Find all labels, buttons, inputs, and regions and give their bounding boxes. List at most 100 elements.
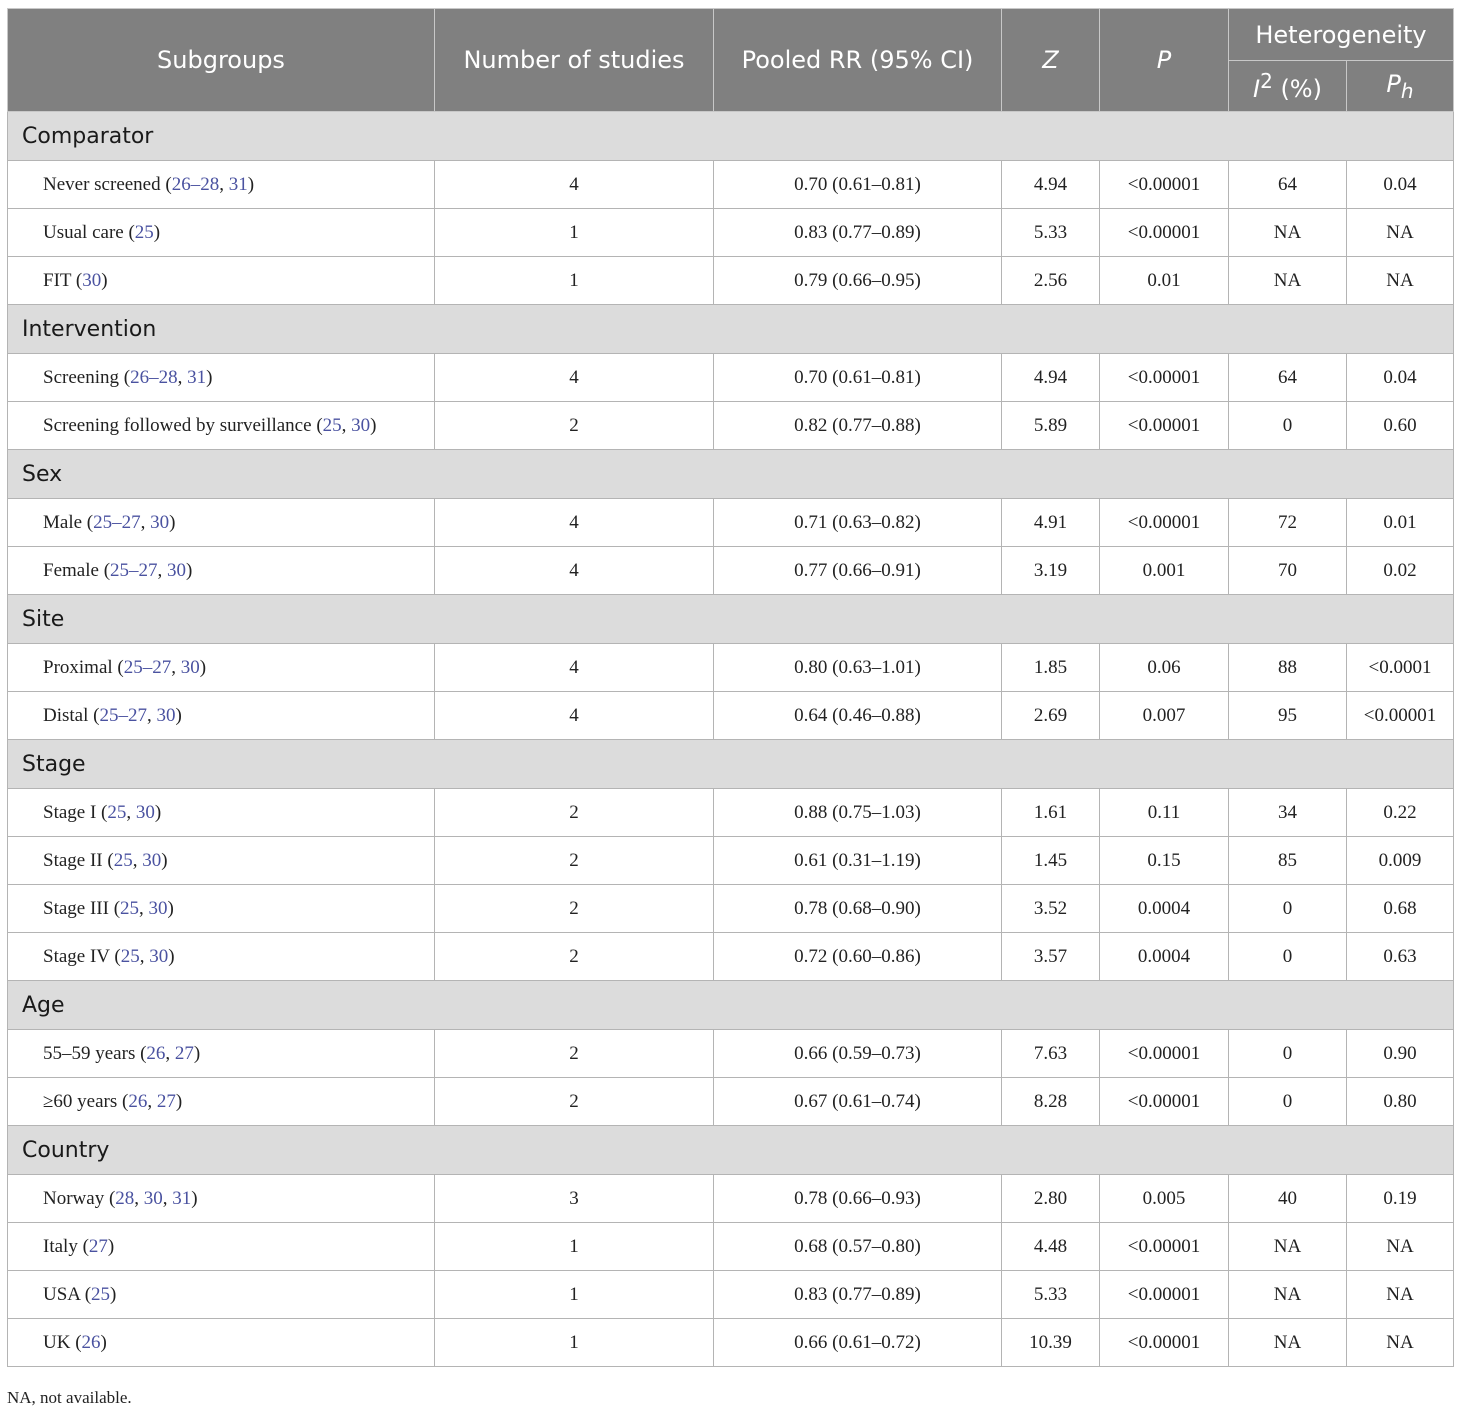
reference-link[interactable]: 30 bbox=[142, 850, 161, 871]
table-row: Female (25–27, 30) 4 0.77 (0.66–0.91) 3.19 0… bbox=[7, 546, 1454, 595]
pooled-rr-cell: 0.61 (0.31–1.19) bbox=[713, 836, 1002, 885]
i2-cell: 64 bbox=[1228, 353, 1347, 402]
ph-cell: <0.00001 bbox=[1346, 691, 1454, 740]
reference-link[interactable]: 30 bbox=[156, 705, 175, 726]
ph-cell: 0.009 bbox=[1346, 836, 1454, 885]
reference-link[interactable]: 31 bbox=[229, 174, 248, 195]
subgroup-label: Stage II bbox=[43, 849, 103, 871]
reference-link[interactable]: 25 bbox=[107, 802, 126, 823]
ph-cell: NA bbox=[1346, 1318, 1454, 1367]
subgroup-label: UK bbox=[43, 1331, 71, 1353]
reference-link[interactable]: 25–27 bbox=[124, 657, 172, 678]
subgroup-label: Stage III bbox=[43, 897, 109, 919]
p-value-cell: 0.11 bbox=[1099, 788, 1229, 837]
reference-link[interactable]: 28 bbox=[115, 1188, 134, 1209]
p-value-cell: <0.00001 bbox=[1099, 208, 1229, 257]
reference-link[interactable]: 30 bbox=[167, 560, 186, 581]
reference-link[interactable]: 26 bbox=[146, 1043, 165, 1064]
pooled-rr-cell: 0.78 (0.68–0.90) bbox=[713, 884, 1002, 933]
pooled-rr-cell: 0.79 (0.66–0.95) bbox=[713, 256, 1002, 305]
reference-link[interactable]: 26 bbox=[82, 1332, 101, 1353]
reference-link[interactable]: 30 bbox=[144, 1188, 163, 1209]
z-cell: 5.33 bbox=[1001, 1270, 1100, 1319]
group-title: Intervention bbox=[7, 304, 1454, 354]
p-value-cell: <0.00001 bbox=[1099, 1270, 1229, 1319]
subgroup-cell: Never screened (26–28, 31) bbox=[7, 160, 435, 209]
table-row: ≥60 years (26, 27) 2 0.67 (0.61–0.74) 8.28 <… bbox=[7, 1077, 1454, 1126]
reference-link[interactable]: 25 bbox=[323, 415, 342, 436]
table-row: Screening followed by surveillance (25, … bbox=[7, 401, 1454, 450]
reference-link[interactable]: 30 bbox=[351, 415, 370, 436]
reference-link[interactable]: 30 bbox=[150, 512, 169, 533]
subgroup-cell: Stage IV (25, 30) bbox=[7, 932, 435, 981]
number-of-studies-cell: 1 bbox=[434, 1318, 714, 1367]
header-ph: Ph bbox=[1346, 60, 1454, 112]
i2-cell: 0 bbox=[1228, 1029, 1347, 1078]
pooled-rr-cell: 0.66 (0.59–0.73) bbox=[713, 1029, 1002, 1078]
reference-link[interactable]: 31 bbox=[172, 1188, 191, 1209]
reference-link[interactable]: 31 bbox=[187, 367, 206, 388]
number-of-studies-cell: 4 bbox=[434, 643, 714, 692]
reference-link[interactable]: 30 bbox=[181, 657, 200, 678]
reference-link[interactable]: 25 bbox=[91, 1284, 110, 1305]
reference-link[interactable]: 26–28 bbox=[172, 174, 220, 195]
table-row: USA (25) 1 0.83 (0.77–0.89) 5.33 <0.00001 NA N… bbox=[7, 1270, 1454, 1319]
subgroup-label: Screening bbox=[43, 366, 119, 388]
reference-link[interactable]: 25–27 bbox=[93, 512, 141, 533]
reference-link[interactable]: 27 bbox=[157, 1091, 176, 1112]
table-body: Comparator Never screened (26–28, 31) 4 0.7… bbox=[7, 111, 1454, 1367]
table-row: FIT (30) 1 0.79 (0.66–0.95) 2.56 0.01 NA NA bbox=[7, 256, 1454, 305]
i2-cell: NA bbox=[1228, 1318, 1347, 1367]
number-of-studies-cell: 1 bbox=[434, 208, 714, 257]
reference-link[interactable]: 30 bbox=[149, 898, 168, 919]
z-cell: 2.69 bbox=[1001, 691, 1100, 740]
number-of-studies-cell: 2 bbox=[434, 788, 714, 837]
number-of-studies-cell: 2 bbox=[434, 884, 714, 933]
table-row: Stage III (25, 30) 2 0.78 (0.68–0.90) 3.52 0… bbox=[7, 884, 1454, 933]
subgroup-label: Proximal bbox=[43, 656, 113, 678]
reference-link[interactable]: 25–27 bbox=[110, 560, 158, 581]
ph-cell: 0.04 bbox=[1346, 160, 1454, 209]
number-of-studies-cell: 4 bbox=[434, 160, 714, 209]
reference-link[interactable]: 25 bbox=[114, 850, 133, 871]
i2-cell: 0 bbox=[1228, 932, 1347, 981]
z-cell: 4.94 bbox=[1001, 160, 1100, 209]
pooled-rr-cell: 0.80 (0.63–1.01) bbox=[713, 643, 1002, 692]
p-value-cell: 0.001 bbox=[1099, 546, 1229, 595]
number-of-studies-cell: 3 bbox=[434, 1174, 714, 1223]
subgroup-label: Stage I bbox=[43, 801, 97, 823]
reference-link[interactable]: 27 bbox=[89, 1236, 108, 1257]
number-of-studies-cell: 1 bbox=[434, 256, 714, 305]
ph-cell: 0.68 bbox=[1346, 884, 1454, 933]
group-header-row: Stage bbox=[7, 739, 1454, 789]
reference-link[interactable]: 25–27 bbox=[99, 705, 147, 726]
i2-cell: 0 bbox=[1228, 1077, 1347, 1126]
i2-cell: NA bbox=[1228, 1222, 1347, 1271]
pooled-rr-cell: 0.66 (0.61–0.72) bbox=[713, 1318, 1002, 1367]
pooled-rr-cell: 0.70 (0.61–0.81) bbox=[713, 160, 1002, 209]
footnote: NA, not available. bbox=[7, 1388, 132, 1407]
reference-link[interactable]: 25 bbox=[121, 946, 140, 967]
reference-link[interactable]: 27 bbox=[175, 1043, 194, 1064]
reference-link[interactable]: 30 bbox=[136, 802, 155, 823]
reference-link[interactable]: 30 bbox=[82, 270, 101, 291]
reference-link[interactable]: 26–28 bbox=[130, 367, 178, 388]
header-z: Z bbox=[1001, 8, 1100, 112]
group-title: Site bbox=[7, 594, 1454, 644]
reference-link[interactable]: 25 bbox=[120, 898, 139, 919]
i2-cell: 85 bbox=[1228, 836, 1347, 885]
reference-link[interactable]: 30 bbox=[149, 946, 168, 967]
reference-link[interactable]: 25 bbox=[135, 222, 154, 243]
pooled-rr-cell: 0.77 (0.66–0.91) bbox=[713, 546, 1002, 595]
pooled-rr-cell: 0.88 (0.75–1.03) bbox=[713, 788, 1002, 837]
z-cell: 3.57 bbox=[1001, 932, 1100, 981]
subgroup-label: ≥60 years bbox=[43, 1090, 118, 1112]
group-title: Sex bbox=[7, 449, 1454, 499]
pooled-rr-cell: 0.64 (0.46–0.88) bbox=[713, 691, 1002, 740]
subgroup-label: USA bbox=[43, 1283, 80, 1305]
ph-cell: <0.0001 bbox=[1346, 643, 1454, 692]
pooled-rr-cell: 0.83 (0.77–0.89) bbox=[713, 208, 1002, 257]
table-row: 55–59 years (26, 27) 2 0.66 (0.59–0.73) 7.6… bbox=[7, 1029, 1454, 1078]
subgroup-cell: Stage II (25, 30) bbox=[7, 836, 435, 885]
reference-link[interactable]: 26 bbox=[128, 1091, 147, 1112]
